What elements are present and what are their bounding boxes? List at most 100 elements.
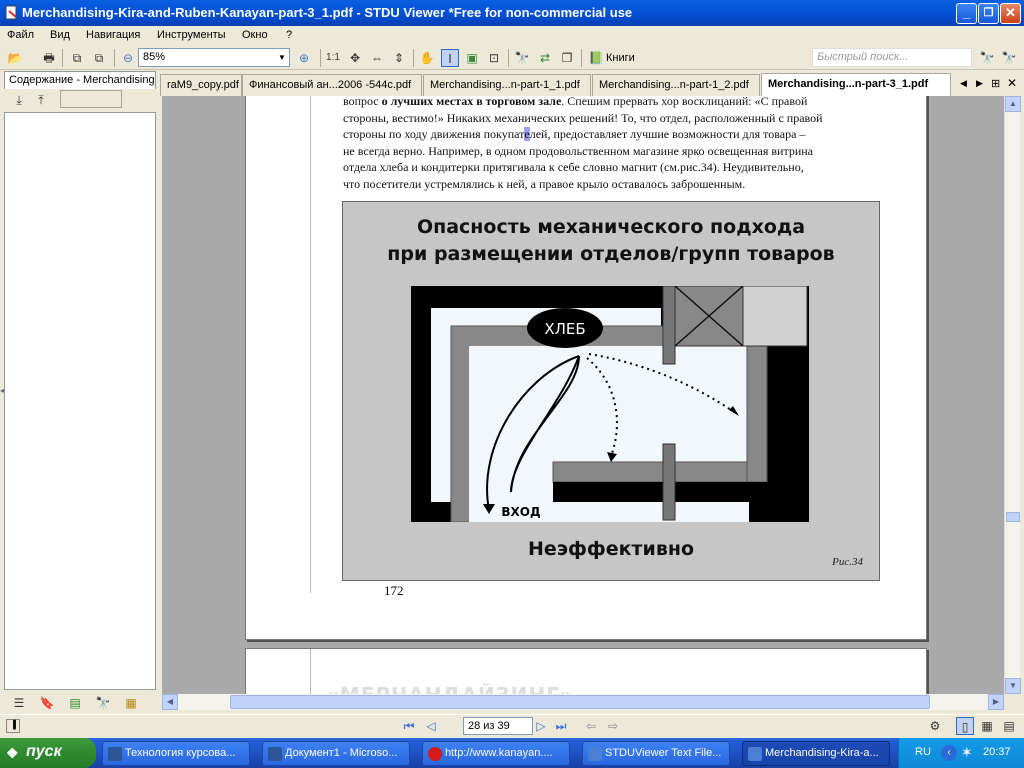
menu-window[interactable]: Окно [242,29,268,41]
zoom-select[interactable]: 85% ▼ [138,48,290,67]
pages-icon[interactable]: ❐ [558,49,576,67]
taskbar-item[interactable]: http://www.kanayan.... [422,741,570,766]
system-tray: RU ‹ ✶ 20:37 [898,738,1024,768]
search-prev-icon[interactable]: 🔭 [978,49,996,67]
pdf-page: вопрос о лучших местах в торговом зале. … [245,96,927,640]
next-page-heading: «МЕРЧАНДАЙЗИНГ» [326,683,574,694]
notes-icon[interactable]: ▦ [122,694,140,712]
tab-document-3[interactable]: Merchandising...n-part-1_1.pdf [423,74,591,96]
menu-file[interactable]: Файл [7,29,34,41]
tabs-scroll-right-icon[interactable]: ▶ [976,78,983,89]
fit-page-icon[interactable]: ✥ [346,49,364,67]
layers-icon[interactable]: ▤ [66,694,84,712]
scroll-thumb[interactable] [1006,512,1020,522]
tab-document-2[interactable]: Финансовый ан...2006 -544c.pdf [242,74,422,96]
back-icon[interactable]: ⇦ [582,717,600,735]
settings-icon[interactable]: ⚙ [926,717,944,735]
maximize-button[interactable]: ❐ [978,3,999,24]
menu-help[interactable]: ? [286,29,292,41]
scroll-left-icon[interactable]: ◀ [162,694,178,710]
tabs-scroll-left-icon[interactable]: ◀ [960,78,967,89]
pdf-page-next: «МЕРЧАНДАЙЗИНГ» [245,648,927,694]
single-page-icon[interactable]: ▯ [956,717,974,735]
page-next-view-icon[interactable]: ⧉ [90,49,108,67]
collapse-icon[interactable]: ⤒ [32,91,50,109]
zoom-in-icon[interactable]: ⊕ [295,49,313,67]
fit-width-icon[interactable]: ⇔ [368,49,386,67]
menu-tools[interactable]: Инструменты [157,29,226,41]
separator [62,49,63,67]
start-button[interactable]: ❖ пуск [0,738,96,768]
sidebar-tab-contents[interactable]: Содержание - Merchandising- [4,71,156,89]
chevron-down-icon[interactable]: ▼ [275,49,289,66]
menu-view[interactable]: Вид [50,29,70,41]
hscroll-thumb[interactable] [230,695,930,709]
page-prev-view-icon[interactable]: ⧉ [68,49,86,67]
tab-document-active[interactable]: Merchandising...n-part-3_1.pdf [761,73,951,96]
next-page-icon[interactable]: ▷ [532,717,550,735]
document-viewer[interactable]: вопрос о лучших местах в торговом зале. … [162,96,1004,694]
close-button[interactable]: ✕ [1000,3,1021,24]
books-icon[interactable]: 📗 [587,49,605,67]
stdu-icon [588,747,602,761]
find-icon[interactable]: 🔭 [513,49,531,67]
taskbar-item[interactable]: Технология курсова... [102,741,250,766]
print-icon[interactable]: 🖶 [40,49,58,67]
language-indicator[interactable]: RU [915,746,931,758]
menu-bar: Файл Вид Навигация Инструменты Окно ? [0,26,1024,46]
scroll-up-icon[interactable]: ▲ [1005,96,1021,112]
first-page-icon[interactable]: ⏮ [400,717,418,735]
tab-document-4[interactable]: Merchandising...n-part-1_2.pdf [592,74,760,96]
tab-document-1[interactable]: raM9_copy.pdf [160,74,242,96]
actual-size-button[interactable]: 1:1 [324,49,342,67]
sync-icon[interactable]: ⇄ [536,49,554,67]
separator [508,49,509,67]
two-page-icon[interactable]: ▦ [978,717,996,735]
expand-icon[interactable]: ⤓ [10,91,28,109]
scroll-right-icon[interactable]: ▶ [988,694,1004,710]
tray-expand-icon[interactable]: ‹ [941,745,957,761]
fit-height-icon[interactable]: ⇕ [390,49,408,67]
taskbar-item[interactable]: STDUViewer Text File... [582,741,730,766]
star-icon[interactable]: ✶ [961,744,973,761]
page-margin-line [310,649,311,694]
open-icon[interactable]: 📂 [6,49,24,67]
sidebar-splitter-icon[interactable]: ◂ [0,386,4,395]
taskbar-item[interactable]: Документ1 - Microso... [262,741,410,766]
forward-icon[interactable]: ⇨ [604,717,622,735]
hand-tool-icon[interactable]: ✋ [418,49,436,67]
text-line: не всегда верно. Например, в одном продо… [343,143,814,158]
horizontal-scrollbar[interactable]: ◀ ▶ [162,694,1004,710]
panel-toggle-icon[interactable]: ▐ [6,719,20,733]
vertical-scrollbar[interactable]: ▲ ▼ [1004,96,1021,694]
menu-navigation[interactable]: Навигация [86,29,140,41]
books-label[interactable]: Книги [606,52,635,64]
last-page-icon[interactable]: ⏭ [552,717,570,735]
clock: 20:37 [983,746,1011,758]
quick-search-input[interactable]: Быстрый поиск... [812,48,972,67]
stdu-icon [748,747,762,761]
text-select-icon[interactable]: Ⅰ [441,49,459,67]
zoom-out-icon[interactable]: ⊖ [119,49,137,67]
tabs-list-icon[interactable]: ⊞ [991,77,1000,90]
search-next-icon[interactable]: 🔭 [1000,49,1018,67]
tab-close-icon[interactable]: ✕ [1007,76,1017,90]
contents-tree[interactable] [4,112,156,690]
continuous-icon[interactable]: ▤ [1000,717,1018,735]
thumbnails-icon[interactable]: ☰ [10,694,28,712]
scroll-down-icon[interactable]: ▼ [1005,678,1021,694]
taskbar-item-active[interactable]: Merchandising-Kira-a... [742,741,890,766]
minimize-button[interactable]: _ [956,3,977,24]
image-select-icon[interactable]: ▣ [463,49,481,67]
search-results-icon[interactable]: 🔭 [94,694,112,712]
sidebar-filter-field[interactable] [60,90,122,108]
paragraph: вопрос о лучших местах в торговом зале. … [343,96,879,193]
page-indicator-input[interactable]: 28 из 39 [463,717,533,735]
separator [581,49,582,67]
text-line: стороны по ходу движения покупателей, пр… [343,127,806,142]
prev-page-icon[interactable]: ◁ [422,717,440,735]
title-bar: Merchandising-Kira-and-Ruben-Kanayan-par… [0,0,1024,26]
zoom-value: 85% [143,51,166,63]
bookmarks-icon[interactable]: 🔖 [38,694,56,712]
snapshot-icon[interactable]: ⊡ [485,49,503,67]
